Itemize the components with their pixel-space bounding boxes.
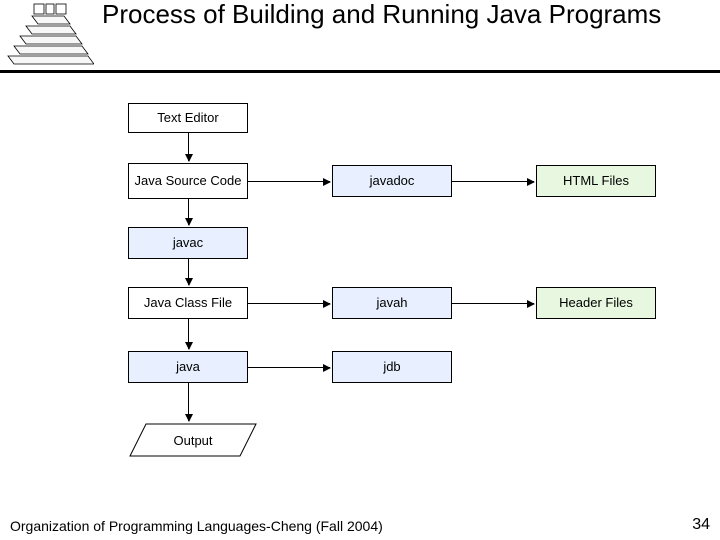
box-html-files: HTML Files	[536, 165, 656, 197]
footer-text: Organization of Programming Languages-Ch…	[10, 518, 383, 534]
arrow-classfile-to-java	[188, 319, 189, 349]
box-output: Output	[128, 423, 258, 460]
box-header-files: Header Files	[536, 287, 656, 319]
box-java: java	[128, 351, 248, 383]
box-javac: javac	[128, 227, 248, 259]
slide-header: Process of Building and Running Java Pro…	[0, 0, 720, 66]
arrow-editor-to-source	[188, 133, 189, 161]
arrow-java-to-jdb	[248, 367, 330, 368]
arrow-java-to-output	[188, 383, 189, 421]
page-number: 34	[692, 516, 710, 534]
box-java-source: Java Source Code	[128, 163, 248, 199]
box-jdb: jdb	[332, 351, 452, 383]
diagram-stage: Text Editor Java Source Code javadoc HTM…	[0, 73, 720, 513]
box-javadoc: javadoc	[332, 165, 452, 197]
output-label: Output	[128, 423, 258, 457]
layered-pyramid-icon	[4, 2, 94, 66]
arrow-javah-to-header	[452, 303, 534, 304]
arrow-javac-to-classfile	[188, 259, 189, 285]
page-title: Process of Building and Running Java Pro…	[102, 0, 661, 30]
arrow-javadoc-to-html	[452, 181, 534, 182]
arrow-source-to-javadoc	[248, 181, 330, 182]
box-javah: javah	[332, 287, 452, 319]
arrow-source-to-javac	[188, 199, 189, 225]
arrow-classfile-to-javah	[248, 303, 330, 304]
box-text-editor: Text Editor	[128, 103, 248, 133]
box-class-file: Java Class File	[128, 287, 248, 319]
